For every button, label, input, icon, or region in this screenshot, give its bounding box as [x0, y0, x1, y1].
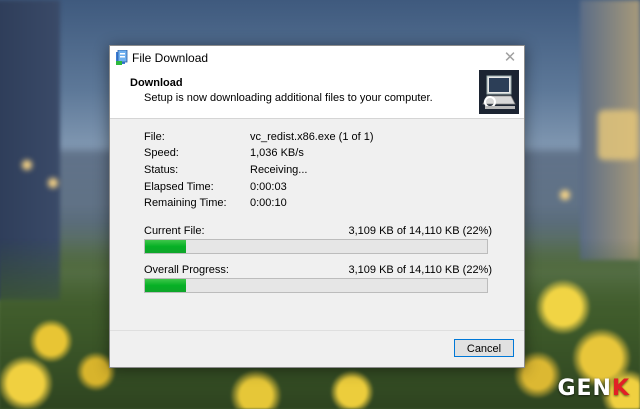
title-bar[interactable]: File Download ✕	[110, 46, 524, 70]
current-file-label: Current File:	[144, 225, 205, 237]
current-file-progress-bar	[144, 239, 488, 254]
elapsed-time-value: 0:00:03	[250, 181, 287, 193]
file-download-dialog: File Download ✕ Download Setup is now do…	[109, 45, 525, 368]
dialog-header: Download Setup is now downloading additi…	[110, 70, 524, 119]
current-file-progress-fill	[145, 240, 187, 253]
overall-progress-amount: 3,109 KB of 14,110 KB (22%)	[348, 264, 493, 276]
speed-label: Speed:	[144, 147, 179, 159]
overall-progress-fill	[145, 279, 187, 292]
cancel-button[interactable]: Cancel	[454, 339, 514, 357]
overall-progress-label: Overall Progress:	[144, 264, 229, 276]
dialog-footer: Cancel	[110, 330, 524, 367]
elapsed-time-label: Elapsed Time:	[144, 181, 214, 193]
overall-progress-bar	[144, 278, 488, 293]
status-label: Status:	[144, 164, 179, 176]
remaining-time-value: 0:00:10	[250, 197, 287, 209]
setup-computer-icon	[479, 70, 519, 114]
watermark-logo: GENK	[557, 376, 630, 401]
window-title: File Download	[132, 51, 209, 65]
close-icon[interactable]: ✕	[500, 48, 520, 68]
background-light	[48, 178, 58, 188]
header-subtitle: Setup is now downloading additional file…	[144, 92, 433, 104]
status-value: Receiving...	[250, 164, 308, 176]
speed-value: 1,036 KB/s	[250, 147, 304, 159]
background-light	[560, 190, 570, 200]
dialog-content: File: vc_redist.x86.exe (1 of 1) Speed: …	[110, 119, 524, 329]
header-title: Download	[130, 77, 183, 89]
file-label: File:	[144, 131, 165, 143]
installer-app-icon	[116, 50, 128, 65]
remaining-time-label: Remaining Time:	[144, 197, 227, 209]
background-clock-face	[598, 110, 638, 160]
current-file-amount: 3,109 KB of 14,110 KB (22%)	[348, 225, 493, 237]
file-value: vc_redist.x86.exe (1 of 1)	[250, 131, 374, 143]
background-light	[22, 160, 32, 170]
